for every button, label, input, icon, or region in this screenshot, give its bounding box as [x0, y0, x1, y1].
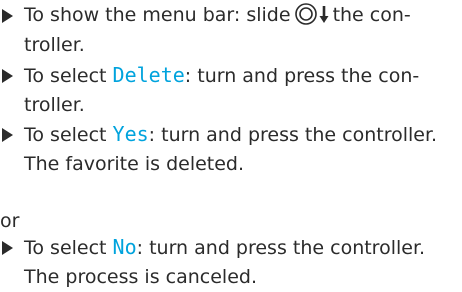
step-text-suffix: : turn and press the controller.: [136, 237, 426, 259]
step-text-suffix: : turn and press the controller.: [148, 124, 438, 146]
bullet-arrow-icon: [0, 0, 20, 30]
step-text-suffix: : turn and press the con-: [184, 65, 420, 87]
step-line-1: To select Delete: turn and press the con…: [24, 60, 462, 90]
menu-term-yes: Yes: [112, 122, 149, 146]
step-line-2: troller.: [24, 94, 85, 116]
step-line-1: To select Yes: turn and press the contro…: [24, 119, 462, 149]
step-text: To select Yes: turn and press the contro…: [24, 119, 462, 179]
step-line-1: To show the menu bar: slide the con-: [24, 0, 462, 30]
bullet-arrow-icon: [0, 60, 20, 90]
step-text: To show the menu bar: slide the con- trol…: [24, 0, 462, 60]
step-text: To select No: turn and press the control…: [24, 232, 462, 292]
instruction-page: To show the menu bar: slide the con- trol…: [0, 0, 462, 289]
step-text-prefix: To select: [24, 65, 113, 87]
step-result: The favorite is deleted.: [24, 153, 245, 175]
step-text-prefix: To select: [24, 124, 113, 146]
menu-term-delete: Delete: [112, 63, 185, 87]
step-line-2: troller.: [24, 34, 85, 56]
menu-term-no: No: [112, 235, 137, 259]
step-line-1: To select No: turn and press the control…: [24, 232, 462, 262]
step-text: To select Delete: turn and press the con…: [24, 60, 462, 120]
step-text-prefix: To select: [24, 237, 113, 259]
bullet-arrow-icon: [0, 232, 20, 262]
bullet-arrow-icon: [0, 119, 20, 149]
step-text-suffix: the con-: [332, 4, 411, 26]
controller-slide-down-icon: [294, 2, 330, 35]
step-result: The process is canceled.: [24, 266, 257, 288]
step-text-prefix: To show the menu bar: slide: [24, 4, 291, 26]
